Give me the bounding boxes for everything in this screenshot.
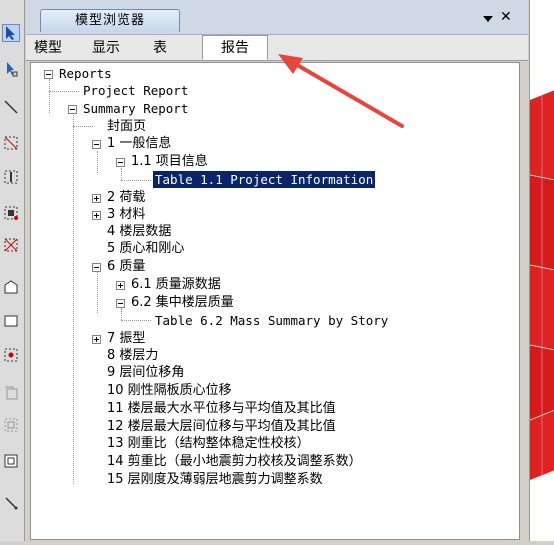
select-icon[interactable] (2, 60, 20, 78)
tab-model[interactable]: 模型 (32, 37, 64, 59)
tab-display[interactable]: 显示 (88, 37, 124, 59)
tab-bar: 模型 显示 表 报告 (26, 35, 528, 61)
line-icon[interactable] (2, 98, 20, 116)
column-icon[interactable] (2, 168, 20, 186)
general-toggle[interactable] (92, 140, 101, 149)
tree-modes[interactable]: 7 振型 (107, 330, 145, 347)
point-icon[interactable] (2, 346, 20, 364)
copy-icon[interactable] (2, 384, 20, 402)
tree-drift[interactable]: 9 层间位移角 (107, 364, 184, 381)
left-toolbar (0, 0, 25, 541)
tree-stiffness-ratio[interactable]: 13 刚重比（结构整体稳定性校核） (107, 435, 310, 452)
tree-table-6-2[interactable]: Table 6.2 Mass Summary by Story (155, 312, 388, 329)
tree-loads[interactable]: 2 荷载 (107, 189, 145, 206)
tree-materials[interactable]: 3 材料 (107, 206, 145, 223)
pointer-icon[interactable] (2, 24, 20, 42)
tree-table-1-1[interactable]: Table 1.1 Project Information (151, 170, 377, 189)
pen-icon[interactable] (2, 494, 20, 512)
tree-mass-center[interactable]: 5 质心和刚心 (107, 240, 184, 257)
tree-cover[interactable]: 封面页 (107, 118, 146, 135)
dotted-rect-icon[interactable] (2, 416, 20, 434)
model-view-graphic (529, 90, 554, 480)
tab-table[interactable]: 表 (146, 37, 174, 59)
cross-icon[interactable] (2, 236, 20, 254)
mass-toggle[interactable] (92, 263, 101, 272)
tree-mass[interactable]: 6 质量 (107, 258, 145, 275)
loads-toggle[interactable] (92, 194, 101, 203)
diagonal-icon[interactable] (2, 134, 20, 152)
materials-toggle[interactable] (92, 211, 101, 220)
tab-report[interactable]: 报告 (202, 35, 268, 60)
summary-report-toggle[interactable] (68, 105, 77, 114)
tree-max-disp-ratio[interactable]: 11 楼层最大水平位移与平均值及其比值 (107, 400, 336, 417)
close-icon[interactable]: ✕ (500, 10, 514, 24)
polygon-icon[interactable] (2, 278, 20, 296)
grid-icon[interactable] (2, 204, 20, 222)
tree-diaphragm-disp[interactable]: 10 刚性隔板质心位移 (107, 382, 232, 399)
mass-source-toggle[interactable] (116, 281, 125, 290)
tree-general[interactable]: 1 一般信息 (107, 135, 171, 152)
tree-project-info[interactable]: 1.1 项目信息 (131, 153, 208, 170)
tree-story-data[interactable]: 4 楼层数据 (107, 223, 171, 240)
reports-toggle[interactable] (44, 70, 53, 79)
report-tree[interactable]: Reports Project Report Summary Report 封面… (30, 62, 520, 540)
model-view-strip[interactable] (529, 0, 554, 541)
project-info-toggle[interactable] (116, 158, 125, 167)
story-mass-toggle[interactable] (116, 299, 125, 308)
panel-title-tab[interactable]: 模型浏览器 (40, 9, 180, 32)
tree-shear-ratio[interactable]: 14 剪重比（最小地震剪力校核及调整系数） (107, 453, 362, 470)
panel-header: 模型浏览器 ✕ (26, 0, 528, 35)
tree-mass-source[interactable]: 6.1 质量源数据 (131, 276, 221, 293)
tree-summary-report[interactable]: Summary Report (83, 100, 188, 117)
tree-story-force[interactable]: 8 楼层力 (107, 347, 158, 364)
modes-toggle[interactable] (92, 335, 101, 344)
pin-dropdown-icon[interactable] (482, 14, 494, 24)
tree-weak-story[interactable]: 15 层刚度及薄弱层地震剪力调整系数 (107, 471, 323, 488)
model-browser-panel: 模型浏览器 ✕ 模型 显示 表 报告 Reports Project Repor… (26, 0, 528, 541)
rectangle-icon[interactable] (2, 312, 20, 330)
tree-max-drift-ratio[interactable]: 12 楼层最大层间位移与平均值及其比值 (107, 418, 336, 435)
tree-reports[interactable]: Reports (59, 65, 112, 82)
tree-project-report[interactable]: Project Report (83, 82, 188, 99)
tree-story-mass[interactable]: 6.2 集中楼层质量 (131, 294, 234, 311)
box-icon[interactable] (2, 452, 20, 470)
